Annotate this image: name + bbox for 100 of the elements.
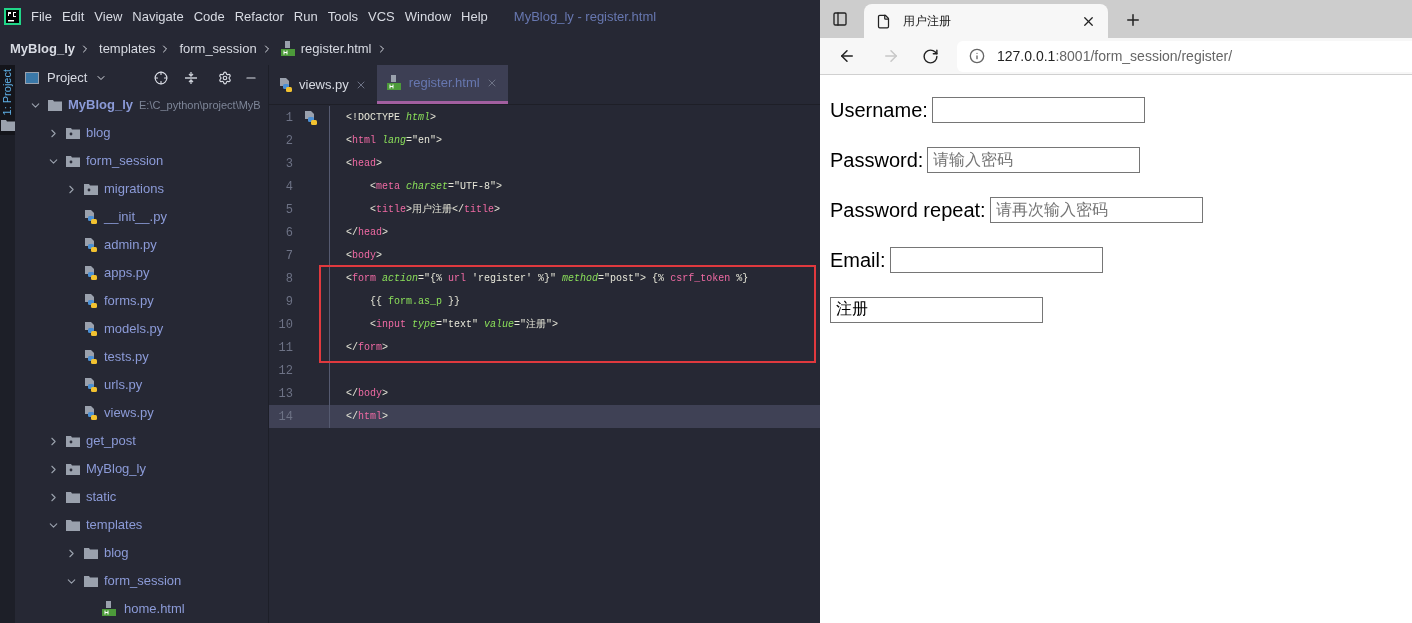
tree-item[interactable]: tests.py (104, 347, 149, 367)
locate-icon[interactable] (154, 70, 168, 85)
code-line: <title>用户注册</title> (369, 202, 501, 217)
line-number: 3 (284, 155, 293, 173)
menu-item[interactable]: Refactor (234, 6, 284, 27)
field-label: Password repeat: (830, 197, 986, 223)
app-logo-icon (4, 8, 21, 25)
code-line: {{ form.as_p }} (369, 295, 461, 309)
package-folder-icon (66, 127, 80, 139)
text-field[interactable] (889, 246, 1103, 273)
field-label: Email: (830, 247, 886, 273)
tree-item[interactable]: form_session (104, 571, 182, 591)
code-line: <input type="text" value="注册"> (369, 317, 559, 332)
breadcrumb[interactable]: MyBlog_ly (10, 39, 75, 59)
menu-item[interactable]: Navigate (132, 6, 184, 27)
menu-item[interactable]: File (31, 6, 52, 27)
tree-item[interactable]: blog (104, 543, 129, 563)
tree-item[interactable]: blog (86, 123, 111, 143)
line-number: 5 (284, 201, 293, 219)
address-bar[interactable]: 127.0.0.1:8001/form_session/register/ (957, 40, 1412, 72)
code-line: <head> (346, 157, 383, 171)
line-number: 6 (284, 224, 293, 242)
line-number: 12 (277, 362, 293, 380)
folder-icon (84, 575, 98, 587)
menu-item[interactable]: Code (193, 6, 225, 27)
code-line: </body> (346, 387, 389, 401)
tree-item[interactable]: templates (86, 515, 143, 535)
code-line: <form action="{% url 'register' %}" method="post"> {% csrf_token %} (346, 272, 749, 286)
tree-item[interactable]: models.py (104, 319, 164, 339)
breadcrumb[interactable]: form_session (179, 39, 257, 59)
breadcrumb[interactable]: templates (99, 39, 156, 59)
html-file-icon (280, 41, 297, 57)
info-icon[interactable] (969, 48, 985, 64)
folder-icon (0, 119, 15, 132)
tree-item[interactable]: forms.py (104, 291, 154, 311)
text-field[interactable] (931, 96, 1145, 123)
tree-item[interactable]: static (86, 487, 117, 507)
html-file-icon (386, 75, 403, 91)
line-number: 8 (284, 270, 293, 288)
panel-icon (25, 71, 39, 84)
package-folder-icon (66, 435, 80, 447)
menu-item[interactable]: Edit (61, 6, 85, 27)
line-number: 4 (284, 178, 293, 196)
window-title: MyBlog_ly - register.html (513, 7, 657, 26)
tree-item[interactable]: views.py (104, 403, 154, 423)
tree-item[interactable]: admin.py (104, 235, 157, 255)
package-folder-icon (66, 463, 80, 475)
folder-icon (84, 547, 98, 559)
line-number: 11 (277, 339, 293, 357)
html-file-icon (102, 601, 118, 617)
text-field[interactable]: 请再次输入密码 (989, 196, 1203, 223)
page-icon (876, 13, 891, 29)
tree-item[interactable]: apps.py (104, 263, 150, 283)
menu-item[interactable]: VCS (368, 6, 395, 27)
tree-item[interactable]: MyBlog_ly (68, 95, 133, 115)
python-file-icon (84, 293, 98, 309)
code-line: </form> (346, 341, 389, 355)
browser-tab[interactable]: 用户注册 (864, 4, 1108, 38)
folder-icon (66, 519, 80, 531)
code-line: <body> (346, 249, 383, 263)
code-line: </head> (346, 226, 389, 240)
menu-item[interactable]: Run (293, 6, 318, 27)
line-number: 2 (284, 132, 293, 150)
tree-item[interactable]: form_session (86, 151, 164, 171)
python-file-icon (84, 321, 98, 337)
new-tab-icon[interactable] (1124, 11, 1142, 29)
tab-actions-icon[interactable] (832, 11, 848, 27)
project-tool-tab[interactable]: 1: Project (0, 65, 15, 136)
editor-tab[interactable]: views.py (269, 65, 377, 104)
menu-item[interactable]: Help (461, 6, 488, 27)
code-line: <html lang="en"> (346, 134, 443, 148)
python-file-icon (84, 349, 98, 365)
tree-item[interactable]: get_post (86, 431, 136, 451)
text-field[interactable]: 请输入密码 (927, 146, 1141, 173)
text-field[interactable]: 注册 (830, 296, 1043, 323)
back-icon[interactable] (838, 47, 856, 65)
breadcrumb[interactable]: register.html (300, 39, 372, 59)
line-number: 13 (277, 385, 293, 403)
reload-icon[interactable] (922, 47, 939, 65)
package-folder-icon (84, 183, 98, 195)
package-folder-icon (66, 155, 80, 167)
tree-item[interactable]: home.html (124, 599, 185, 619)
python-file-icon (279, 76, 293, 93)
tree-item[interactable]: migrations (104, 179, 164, 199)
settings-icon[interactable] (218, 70, 232, 85)
tree-item[interactable]: __init__.py (104, 207, 167, 227)
collapse-all-icon[interactable] (184, 70, 198, 85)
tree-item[interactable]: MyBlog_ly (86, 459, 146, 479)
line-number: 10 (277, 316, 293, 334)
field-label: Password: (830, 147, 924, 173)
panel-title[interactable]: Project (47, 67, 88, 88)
python-file-icon (84, 209, 98, 225)
python-file-icon (304, 109, 318, 126)
field-label: Username: (830, 97, 928, 123)
menu-item[interactable]: Window (404, 6, 452, 27)
tree-item[interactable]: urls.py (104, 375, 143, 395)
folder-icon (48, 99, 62, 111)
project-path: E:\C_python\project\MyB (139, 97, 261, 113)
menu-item[interactable]: Tools (327, 6, 359, 27)
menu-item[interactable]: View (94, 6, 123, 27)
